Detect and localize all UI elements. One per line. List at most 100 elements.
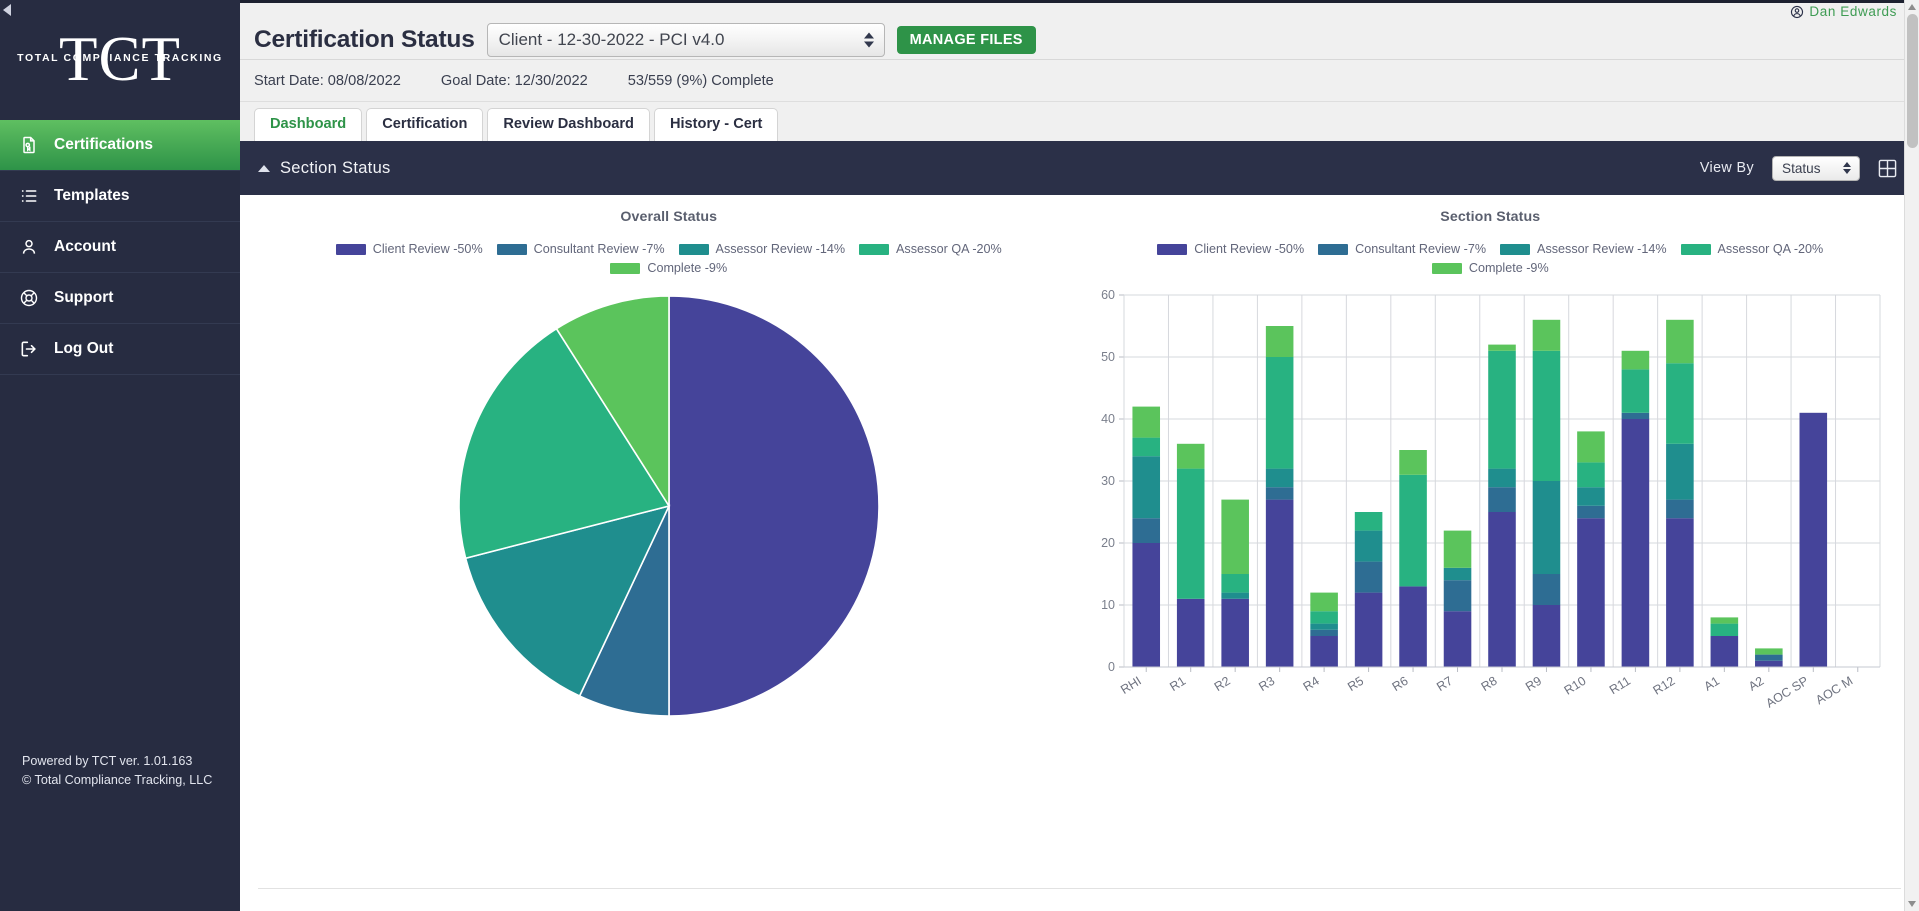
certification-select[interactable]: Client - 12-30-2022 - PCI v4.0	[486, 22, 885, 57]
bar-segment[interactable]	[1221, 574, 1250, 593]
view-by-select[interactable]: Status	[1772, 155, 1860, 181]
tab-review-dashboard[interactable]: Review Dashboard	[487, 108, 650, 141]
bar-segment[interactable]	[1577, 431, 1605, 463]
bar-segment[interactable]	[1621, 412, 1650, 419]
bar-segment[interactable]	[1577, 518, 1605, 667]
x-tick-label: R9	[1523, 674, 1544, 694]
bar-segment[interactable]	[1488, 344, 1517, 351]
bar-segment[interactable]	[1666, 518, 1694, 667]
bar-segment[interactable]	[1443, 567, 1472, 581]
scroll-down-icon[interactable]	[1908, 901, 1916, 907]
app-logo[interactable]: TCT TOTAL COMPLIANCE TRACKING	[0, 0, 240, 120]
bar-segment[interactable]	[1310, 636, 1339, 667]
sidebar-item-account[interactable]: Account	[0, 222, 240, 273]
bar-segment[interactable]	[1488, 487, 1517, 512]
user-menu[interactable]: Dan Edwards	[1790, 4, 1897, 19]
bar-segment[interactable]	[1132, 437, 1161, 457]
grid-view-icon[interactable]	[1878, 159, 1897, 178]
scroll-up-icon[interactable]	[1908, 4, 1916, 10]
bar-segment[interactable]	[1177, 468, 1205, 599]
bar-segment[interactable]	[1532, 574, 1561, 605]
sidebar-item-log-out[interactable]: Log Out	[0, 324, 240, 375]
bar-segment[interactable]	[1177, 598, 1205, 667]
scroll-thumb[interactable]	[1907, 14, 1918, 148]
x-tick-label: R10	[1562, 674, 1589, 698]
bar-segment[interactable]	[1399, 586, 1428, 667]
bar-segment[interactable]	[1266, 326, 1294, 357]
bar-segment[interactable]	[1132, 543, 1161, 667]
bar-segment[interactable]	[1488, 468, 1517, 488]
bar-segment[interactable]	[1577, 505, 1605, 519]
bar-segment[interactable]	[1666, 443, 1694, 500]
bar-segment[interactable]	[1488, 350, 1517, 469]
bar-segment[interactable]	[1310, 623, 1339, 630]
bar-segment[interactable]	[1177, 443, 1205, 469]
bar-segment[interactable]	[1355, 530, 1383, 562]
bar-segment[interactable]	[1710, 623, 1739, 636]
legend-item[interactable]: Assessor Review -14%	[1500, 242, 1667, 256]
bar-segment[interactable]	[1310, 592, 1339, 612]
y-tick-label: 20	[1101, 536, 1115, 550]
bar-segment[interactable]	[1710, 617, 1739, 624]
legend-item[interactable]: Client Review -50%	[1157, 242, 1304, 256]
bar-segment[interactable]	[1221, 598, 1250, 667]
legend-item[interactable]: Complete -9%	[1431, 261, 1549, 275]
bar-segment[interactable]	[1355, 592, 1383, 667]
bar-segment[interactable]	[1532, 481, 1561, 574]
tab-dashboard[interactable]: Dashboard	[254, 108, 363, 141]
bar-segment[interactable]	[1710, 636, 1739, 667]
pie-slice[interactable]	[667, 295, 880, 717]
pie-svg	[458, 295, 880, 717]
bar-segment[interactable]	[1577, 487, 1605, 506]
bar-segment[interactable]	[1355, 512, 1383, 531]
bar-segment[interactable]	[1355, 561, 1383, 593]
sidebar-item-certifications[interactable]: Certifications	[0, 120, 240, 171]
manage-files-button[interactable]: MANAGE FILES	[896, 25, 1036, 54]
bar-segment[interactable]	[1755, 660, 1783, 667]
legend-item[interactable]: Client Review -50%	[335, 242, 483, 256]
bar-segment[interactable]	[1755, 654, 1783, 661]
bar-segment[interactable]	[1310, 629, 1339, 636]
bar-segment[interactable]	[1399, 450, 1428, 475]
bar-segment[interactable]	[1266, 357, 1294, 469]
bar-segment[interactable]	[1399, 474, 1428, 587]
bar-segment[interactable]	[1443, 611, 1472, 667]
bar-segment[interactable]	[1666, 499, 1694, 519]
bar-segment[interactable]	[1443, 530, 1472, 568]
legend-item[interactable]: Complete -9%	[610, 261, 727, 275]
bar-segment[interactable]	[1266, 468, 1294, 488]
bar-segment[interactable]	[1755, 648, 1783, 655]
bar-segment[interactable]	[1532, 319, 1561, 351]
page-scrollbar[interactable]	[1904, 0, 1919, 911]
collapse-caret-icon[interactable]	[258, 164, 270, 172]
bar-segment[interactable]	[1666, 319, 1694, 364]
bar-segment[interactable]	[1666, 363, 1694, 444]
bar-segment[interactable]	[1621, 419, 1650, 667]
bar-segment[interactable]	[1621, 369, 1650, 413]
bar-segment[interactable]	[1221, 499, 1250, 574]
bar-segment[interactable]	[1266, 487, 1294, 500]
bar-segment[interactable]	[1132, 406, 1161, 438]
bar-segment[interactable]	[1532, 350, 1561, 481]
legend-item[interactable]: Assessor QA -20%	[859, 242, 1002, 256]
legend-item[interactable]: Consultant Review -7%	[496, 242, 665, 256]
bar-segment[interactable]	[1310, 611, 1339, 624]
bar-segment[interactable]	[1621, 350, 1650, 370]
bar-segment[interactable]	[1577, 462, 1605, 488]
y-tick-label: 50	[1101, 350, 1115, 364]
bar-segment[interactable]	[1799, 412, 1828, 667]
bar-segment[interactable]	[1132, 518, 1161, 543]
bar-segment[interactable]	[1221, 592, 1250, 599]
tab-history-cert[interactable]: History - Cert	[653, 108, 779, 141]
bar-segment[interactable]	[1532, 605, 1561, 667]
bar-segment[interactable]	[1488, 512, 1517, 667]
legend-item[interactable]: Assessor QA -20%	[1680, 242, 1823, 256]
bar-segment[interactable]	[1266, 499, 1294, 667]
legend-item[interactable]: Consultant Review -7%	[1318, 242, 1486, 256]
sidebar-item-support[interactable]: Support	[0, 273, 240, 324]
sidebar-item-templates[interactable]: Templates	[0, 171, 240, 222]
bar-segment[interactable]	[1443, 580, 1472, 612]
tab-certification[interactable]: Certification	[366, 108, 484, 141]
legend-item[interactable]: Assessor Review -14%	[678, 242, 845, 256]
bar-segment[interactable]	[1132, 456, 1161, 519]
